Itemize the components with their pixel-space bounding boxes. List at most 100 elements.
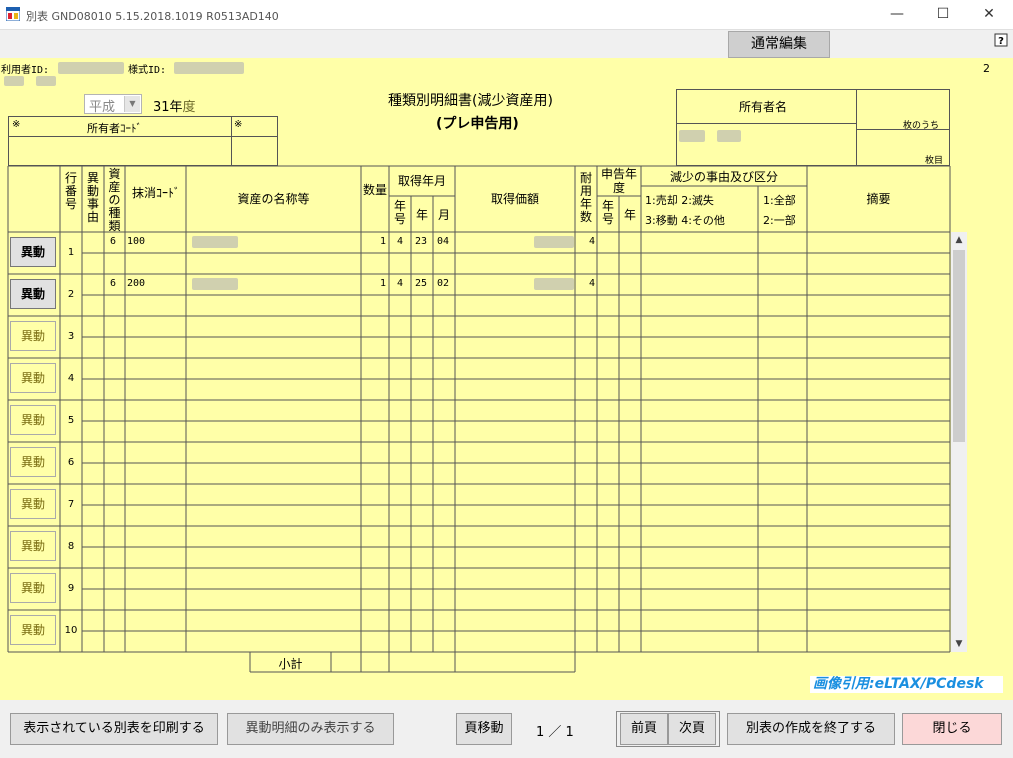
col-asset-type: 資産の種類 bbox=[108, 167, 121, 233]
useful-life-cell[interactable]: 4 bbox=[589, 236, 595, 247]
page-move-button[interactable]: 頁移動 bbox=[456, 713, 512, 745]
reduction-options-1: 1:売却 2:滅失 bbox=[645, 194, 714, 207]
change-button[interactable]: 異動 bbox=[10, 447, 56, 477]
title-bar: 別表 GND08010 5.15.2018.1019 R0513AD140 — … bbox=[0, 0, 1013, 30]
era-value: 平成 bbox=[89, 100, 116, 115]
app-icon bbox=[6, 7, 20, 21]
show-changes-button[interactable]: 異動明細のみ表示する bbox=[227, 713, 394, 745]
acq-year-cell[interactable]: 25 bbox=[415, 278, 427, 289]
change-button[interactable]: 異動 bbox=[10, 573, 56, 603]
quantity-cell[interactable]: 1 bbox=[380, 278, 386, 289]
col-acq-month: 月 bbox=[437, 208, 450, 222]
owner-code-input[interactable] bbox=[11, 139, 229, 164]
scroll-up-icon[interactable]: ▲ bbox=[951, 232, 967, 248]
masked-asset-name bbox=[192, 236, 238, 248]
chevron-down-icon[interactable]: ▼ bbox=[124, 96, 140, 112]
owner-box: 所有者名 枚のうち 枚目 bbox=[676, 89, 950, 166]
change-button[interactable]: 異動 bbox=[10, 279, 56, 309]
row-number: 10 bbox=[64, 625, 78, 636]
row-number: 4 bbox=[67, 373, 75, 384]
form-title: 種類別明細書(減少資産用) bbox=[388, 93, 553, 109]
image-credit: 画像引用:eLTAX/PCdesk bbox=[810, 676, 1003, 693]
acq-era-cell[interactable]: 4 bbox=[397, 278, 403, 289]
scroll-thumb[interactable] bbox=[953, 250, 965, 442]
acq-month-cell[interactable]: 04 bbox=[437, 236, 449, 247]
masked-form-id bbox=[174, 62, 244, 74]
col-row-no: 行番号 bbox=[64, 171, 77, 211]
owner-code-mark: ※ bbox=[12, 119, 21, 130]
col-change-reason: 異動事由 bbox=[86, 171, 99, 224]
change-button[interactable]: 異動 bbox=[10, 405, 56, 435]
row-number: 7 bbox=[67, 499, 75, 510]
col-decl-yr: 年 bbox=[623, 208, 636, 222]
row-number: 1 bbox=[67, 247, 75, 258]
change-button[interactable]: 異動 bbox=[10, 531, 56, 561]
asset-type-cell[interactable]: 6 bbox=[110, 278, 116, 289]
acq-year-cell[interactable]: 23 bbox=[415, 236, 427, 247]
tool-band: 通常編集 ? bbox=[0, 30, 1013, 58]
row-number: 8 bbox=[67, 541, 75, 552]
asset-type-cell[interactable]: 6 bbox=[110, 236, 116, 247]
owner-code-mark: ※ bbox=[234, 119, 243, 130]
user-id-label: 利用者ID: bbox=[1, 65, 50, 76]
owner-code-label: 所有者ｺｰﾄﾞ bbox=[87, 122, 142, 135]
masked-acq-price bbox=[534, 278, 574, 290]
col-decl-year: 申告年度 bbox=[600, 167, 637, 195]
sheet-of-label: 枚のうち bbox=[903, 121, 940, 131]
year-value: 31年 bbox=[153, 100, 183, 115]
help-icon[interactable]: ? bbox=[994, 33, 1009, 48]
row-number: 3 bbox=[67, 331, 75, 342]
deletion-code-cell[interactable]: 200 bbox=[127, 278, 145, 289]
row-number: 9 bbox=[67, 583, 75, 594]
masked-owner-name bbox=[717, 130, 741, 142]
era-select[interactable]: 平成 ▼ bbox=[84, 94, 142, 115]
useful-life-cell[interactable]: 4 bbox=[589, 278, 595, 289]
acq-month-cell[interactable]: 02 bbox=[437, 278, 449, 289]
minimize-button[interactable]: — bbox=[874, 0, 920, 30]
quantity-cell[interactable]: 1 bbox=[380, 236, 386, 247]
normal-edit-button[interactable]: 通常編集 bbox=[728, 31, 830, 58]
footer-bar: 表示されている別表を印刷する 異動明細のみ表示する 頁移動 1 ／ 1 前頁 次… bbox=[0, 700, 1013, 758]
next-page-button[interactable]: 次頁 bbox=[668, 713, 716, 745]
deletion-code-cell[interactable]: 100 bbox=[127, 236, 145, 247]
scroll-down-icon[interactable]: ▼ bbox=[951, 636, 967, 652]
change-button[interactable]: 異動 bbox=[10, 489, 56, 519]
maximize-button[interactable]: ☐ bbox=[920, 0, 966, 30]
masked-info bbox=[4, 76, 24, 86]
row-number: 6 bbox=[67, 457, 75, 468]
form-subtitle: (プレ申告用) bbox=[436, 116, 519, 132]
window-title: 別表 GND08010 5.15.2018.1019 R0513AD140 bbox=[26, 10, 279, 23]
fiscal-year: 31年度 bbox=[153, 96, 196, 115]
print-button[interactable]: 表示されている別表を印刷する bbox=[10, 713, 218, 745]
col-acq-year: 年 bbox=[415, 208, 428, 222]
change-button[interactable]: 異動 bbox=[10, 237, 56, 267]
acq-era-cell[interactable]: 4 bbox=[397, 236, 403, 247]
page-number: 2 bbox=[983, 62, 990, 75]
col-quantity: 数量 bbox=[362, 183, 387, 197]
col-acq-price: 取得価額 bbox=[490, 192, 539, 206]
scope-options-2: 2:一部 bbox=[763, 214, 796, 227]
reduction-options-2: 3:移動 4:その他 bbox=[645, 214, 725, 227]
year-suffix: 度 bbox=[182, 100, 196, 115]
row-number: 5 bbox=[67, 415, 75, 426]
col-remarks: 摘要 bbox=[866, 192, 891, 206]
finish-button[interactable]: 別表の作成を終了する bbox=[727, 713, 895, 745]
form-id-label: 様式ID: bbox=[128, 65, 167, 76]
vertical-scrollbar[interactable]: ▲ ▼ bbox=[951, 232, 967, 652]
prev-page-button[interactable]: 前頁 bbox=[620, 713, 668, 745]
close-window-button[interactable]: ✕ bbox=[966, 0, 1012, 30]
subtotal-label: 小計 bbox=[278, 657, 303, 671]
scope-options-1: 1:全部 bbox=[763, 194, 796, 207]
owner-code-box: ※ 所有者ｺｰﾄﾞ ※ bbox=[8, 116, 278, 166]
row-number: 2 bbox=[67, 289, 75, 300]
col-reduction: 減少の事由及び区分 bbox=[669, 170, 778, 184]
masked-user-id bbox=[58, 62, 124, 74]
change-button[interactable]: 異動 bbox=[10, 321, 56, 351]
change-button[interactable]: 異動 bbox=[10, 615, 56, 645]
masked-acq-price bbox=[534, 236, 574, 248]
sheet-no-label: 枚目 bbox=[925, 156, 944, 166]
svg-text:?: ? bbox=[998, 36, 1004, 47]
close-button[interactable]: 閉じる bbox=[902, 713, 1002, 745]
owner-name-label: 所有者名 bbox=[739, 100, 788, 114]
change-button[interactable]: 異動 bbox=[10, 363, 56, 393]
